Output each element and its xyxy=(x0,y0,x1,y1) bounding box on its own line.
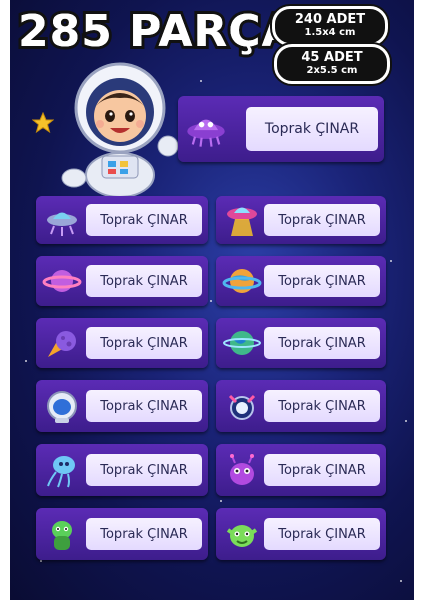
label-item: Toprak ÇINAR xyxy=(36,508,208,560)
label-name: Toprak ÇINAR xyxy=(264,390,380,422)
label-large: Toprak ÇINAR xyxy=(178,96,384,162)
badge-small-size: 1.5x4 cm xyxy=(304,27,356,38)
label-item: Toprak ÇINAR xyxy=(36,196,208,244)
label-item: Toprak ÇINAR xyxy=(36,318,208,368)
ufo-icon xyxy=(47,212,77,236)
label-item: Toprak ÇINAR xyxy=(216,318,386,368)
label-large-name: Toprak ÇINAR xyxy=(246,107,378,151)
label-name: Toprak ÇINAR xyxy=(86,518,202,550)
label-name: Toprak ÇINAR xyxy=(86,204,202,236)
label-name: Toprak ÇINAR xyxy=(86,454,202,486)
comet-icon xyxy=(48,331,76,357)
label-item: Toprak ÇINAR xyxy=(36,444,208,496)
label-item: Toprak ÇINAR xyxy=(216,256,386,306)
satellite-icon xyxy=(228,394,256,420)
badge-small-labels: 240 ADET 1.5x4 cm xyxy=(272,6,388,46)
green-monster-icon xyxy=(226,525,258,547)
purple-alien-icon xyxy=(230,454,254,485)
planet-green-icon xyxy=(223,331,261,355)
label-name: Toprak ÇINAR xyxy=(264,518,380,550)
label-item: Toprak ÇINAR xyxy=(216,508,386,560)
label-name: Toprak ÇINAR xyxy=(86,265,202,297)
jellyfish-alien-icon xyxy=(47,456,75,488)
green-alien-icon xyxy=(52,521,72,550)
planet-earth-icon xyxy=(222,269,262,293)
badge-large-count: 45 ADET xyxy=(301,50,363,65)
label-item: Toprak ÇINAR xyxy=(216,380,386,432)
badge-large-labels: 45 ADET 2x5.5 cm xyxy=(274,44,390,84)
label-item: Toprak ÇINAR xyxy=(216,444,386,496)
ufo-beam-icon xyxy=(227,207,257,236)
label-item: Toprak ÇINAR xyxy=(36,256,208,306)
label-name: Toprak ÇINAR xyxy=(86,390,202,422)
label-name: Toprak ÇINAR xyxy=(86,327,202,359)
label-item: Toprak ÇINAR xyxy=(216,196,386,244)
badge-small-count: 240 ADET xyxy=(294,12,366,27)
label-name: Toprak ÇINAR xyxy=(264,327,380,359)
label-name: Toprak ÇINAR xyxy=(264,454,380,486)
label-item: Toprak ÇINAR xyxy=(36,380,208,432)
astronaut-icon xyxy=(61,62,179,198)
label-name: Toprak ÇINAR xyxy=(264,204,380,236)
planet-ring-icon xyxy=(42,270,82,292)
label-name: Toprak ÇINAR xyxy=(264,265,380,297)
alien-ufo-icon xyxy=(187,119,225,147)
poster-title: 285 PARÇA xyxy=(18,6,297,57)
helmet-icon xyxy=(47,391,77,423)
badge-large-size: 2x5.5 cm xyxy=(306,65,358,76)
poster-canvas: 285 PARÇA 285 PARÇA 240 ADET 1.5x4 cm 45… xyxy=(10,0,414,600)
